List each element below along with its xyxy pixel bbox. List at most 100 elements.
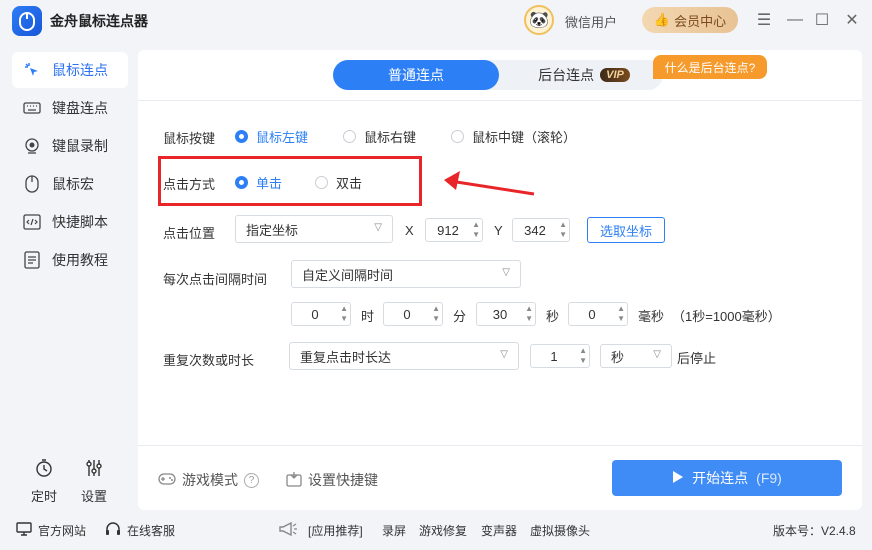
- megaphone-icon: [278, 521, 298, 540]
- shortcut-icon: [286, 471, 302, 490]
- start-label: 开始连点: [692, 470, 749, 486]
- maximize-icon[interactable]: ☐: [810, 8, 834, 32]
- repeat-mode-select[interactable]: 重复点击时长达 ▽: [289, 342, 519, 370]
- start-clicking-button[interactable]: 开始连点 (F9): [612, 460, 842, 496]
- seconds-unit: 秒: [546, 309, 560, 324]
- spin-arrows-icon[interactable]: ▲ ▼: [559, 220, 567, 240]
- position-mode-select[interactable]: 指定坐标 ▽: [235, 215, 393, 243]
- game-mode-toggle[interactable]: 游戏模式 ?: [158, 470, 259, 490]
- app-link-virtual-camera[interactable]: 虚拟摄像头: [530, 522, 590, 539]
- sidebar-item-record[interactable]: 键鼠录制: [12, 128, 128, 164]
- radio-left-button[interactable]: 鼠标左键: [235, 127, 308, 146]
- close-icon[interactable]: ✕: [840, 8, 864, 32]
- sidebar-item-keyboard[interactable]: 键盘连点: [12, 90, 128, 126]
- background-help-tooltip[interactable]: 什么是后台连点?: [653, 55, 767, 79]
- mouse-click-icon: [22, 60, 42, 80]
- minutes-input[interactable]: 0 ▲ ▼: [383, 302, 443, 326]
- chevron-down-icon: ▽: [374, 222, 382, 233]
- spin-arrows-icon[interactable]: ▲ ▼: [340, 304, 348, 324]
- spin-arrows-icon[interactable]: ▲ ▼: [525, 304, 533, 324]
- vip-center-button[interactable]: 👍 会员中心: [642, 7, 738, 33]
- sidebar-item-mouse-macro[interactable]: 鼠标宏: [12, 166, 128, 202]
- thumbs-up-icon: 👍: [653, 12, 671, 27]
- divider: [138, 100, 862, 101]
- status-bar: 官方网站 在线客服 [应用推荐] 录屏 游戏修复 变声器 虚拟摄像头 版本号：V…: [0, 516, 872, 544]
- settings-button[interactable]: 设置: [74, 459, 114, 505]
- radio-single-click[interactable]: 单击: [235, 173, 282, 192]
- version-label: 版本号：V2.4.8: [773, 523, 856, 538]
- tab-background-click[interactable]: 后台连点 VIP: [505, 60, 663, 90]
- user-avatar[interactable]: 🐼: [524, 5, 554, 35]
- repeat-count-input[interactable]: 1 ▲ ▼: [530, 344, 590, 368]
- chevron-down-icon: ▽: [502, 267, 510, 278]
- app-recommend: [应用推荐]: [278, 521, 363, 540]
- spin-arrows-icon[interactable]: ▲ ▼: [579, 346, 587, 366]
- milliseconds-unit: 毫秒: [638, 309, 665, 324]
- tab-background-label: 后台连点: [538, 67, 595, 83]
- sidebar-item-label: 鼠标连点: [52, 62, 108, 78]
- tutorial-icon: [22, 250, 42, 270]
- sidebar-item-label: 键盘连点: [52, 100, 108, 116]
- recommend-label: [应用推荐]: [308, 523, 363, 538]
- spin-arrows-icon[interactable]: ▲ ▼: [432, 304, 440, 324]
- interval-mode-select[interactable]: 自定义间隔时间 ▽: [291, 260, 521, 288]
- radio-right-button[interactable]: 鼠标右键: [343, 127, 416, 146]
- minimize-icon[interactable]: —: [783, 8, 807, 32]
- timer-label: 定时: [30, 489, 57, 504]
- user-name[interactable]: 微信用户: [565, 12, 617, 31]
- play-icon: [672, 470, 684, 487]
- keyboard-icon: [22, 98, 42, 118]
- shortcut-settings-button[interactable]: 设置快捷键: [286, 470, 378, 490]
- x-label: X: [405, 223, 414, 238]
- app-link-game-repair[interactable]: 游戏修复: [419, 522, 467, 539]
- online-support-link[interactable]: 在线客服: [105, 521, 175, 540]
- radio-dot: [235, 130, 248, 143]
- headset-icon: [105, 521, 121, 540]
- repeat-unit-select[interactable]: 秒 ▽: [600, 344, 672, 368]
- minutes-unit: 分: [453, 309, 467, 324]
- mouse-button-label: 鼠标按键: [163, 131, 216, 146]
- app-link-screen-record[interactable]: 录屏: [382, 522, 406, 539]
- seconds-input[interactable]: 30 ▲ ▼: [476, 302, 536, 326]
- sidebar-item-label: 鼠标宏: [52, 176, 94, 192]
- official-website-link[interactable]: 官方网站: [16, 521, 86, 539]
- timer-icon: [35, 459, 53, 480]
- sidebar-item-script[interactable]: 快捷脚本: [12, 204, 128, 240]
- chevron-down-icon: ▽: [500, 349, 508, 360]
- pick-coordinate-button[interactable]: 选取坐标: [587, 217, 665, 243]
- x-coordinate-input[interactable]: 912 ▲ ▼: [425, 218, 483, 242]
- hours-input[interactable]: 0 ▲ ▼: [291, 302, 351, 326]
- mode-tabs: 普通连点 后台连点 VIP: [333, 60, 663, 90]
- tab-normal-click[interactable]: 普通连点: [333, 60, 499, 90]
- radio-double-click[interactable]: 双击: [315, 173, 362, 192]
- radio-dot: [315, 176, 328, 189]
- y-label: Y: [494, 223, 503, 238]
- menu-icon[interactable]: ☰: [752, 8, 776, 32]
- gamepad-icon: [158, 472, 176, 489]
- milliseconds-input[interactable]: 0 ▲ ▼: [568, 302, 628, 326]
- repeat-label: 重复次数或时长: [163, 353, 255, 368]
- script-icon: [22, 212, 42, 232]
- app-logo-icon: [12, 6, 42, 36]
- shortcut-label: 设置快捷键: [308, 472, 378, 488]
- radio-middle-button[interactable]: 鼠标中键（滚轮）: [451, 127, 576, 146]
- settings-sliders-icon: [85, 459, 103, 480]
- monitor-icon: [16, 521, 32, 539]
- interval-note: （1秒=1000毫秒）: [672, 309, 781, 324]
- hours-unit: 时: [361, 309, 375, 324]
- sidebar-item-mouse-click[interactable]: 鼠标连点: [12, 52, 128, 88]
- y-coordinate-input[interactable]: 342 ▲ ▼: [512, 218, 570, 242]
- main-panel: 普通连点 后台连点 VIP 什么是后台连点? 鼠标按键 鼠标左键 鼠标右键 鼠标…: [138, 50, 862, 510]
- timer-button[interactable]: 定时: [24, 459, 64, 505]
- spin-arrows-icon[interactable]: ▲ ▼: [472, 220, 480, 240]
- repeat-suffix: 后停止: [677, 351, 717, 366]
- mouse-icon: [22, 174, 42, 194]
- sidebar-item-tutorial[interactable]: 使用教程: [12, 242, 128, 278]
- record-icon: [22, 136, 42, 156]
- sidebar-item-label: 使用教程: [52, 252, 108, 268]
- help-icon[interactable]: ?: [244, 472, 259, 488]
- game-mode-label: 游戏模式: [182, 472, 238, 488]
- sidebar-item-label: 键鼠录制: [52, 138, 108, 154]
- app-link-voice-changer[interactable]: 变声器: [481, 522, 517, 539]
- spin-arrows-icon[interactable]: ▲ ▼: [617, 304, 625, 324]
